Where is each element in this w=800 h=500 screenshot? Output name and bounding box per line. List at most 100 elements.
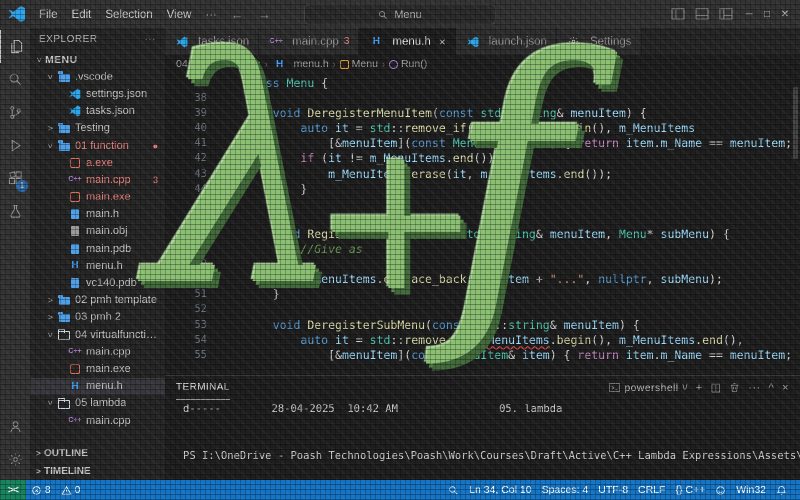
activity-files-icon[interactable] (0, 30, 31, 63)
toggle-sidebar-icon[interactable] (668, 5, 688, 23)
split-terminal-icon[interactable]: ◫ (711, 381, 722, 394)
section-outline[interactable]: >OUTLINE (30, 444, 165, 462)
nav-forward-icon[interactable]: → (258, 7, 271, 22)
maximize-button[interactable]: □ (758, 9, 776, 20)
menu-selection[interactable]: Selection (98, 9, 159, 21)
breadcrumb-item[interactable]: Menu (340, 58, 378, 70)
exe-icon (67, 156, 83, 169)
tree-item[interactable]: >01 function● (30, 137, 165, 154)
activity-account-icon[interactable] (0, 410, 30, 443)
tab-launch-json[interactable]: launch.json (456, 28, 557, 55)
exe-icon (67, 362, 83, 375)
code-text: auto it = std::remove_if(m_MenuItems.beg… (207, 333, 744, 348)
command-center[interactable]: Menu (304, 4, 496, 25)
fileblue-icon (67, 277, 83, 290)
search-icon[interactable] (443, 485, 464, 496)
breadcrumb[interactable]: 04 virtualfunctions›Hmenu.h›Menu›Run() (165, 55, 800, 73)
tree-item[interactable]: Hmenu.h (30, 378, 165, 395)
tree-item[interactable]: main.obj (30, 223, 165, 240)
tab-label: menu.h (392, 36, 430, 48)
activity-search-icon[interactable] (0, 63, 30, 96)
line-number: 43 (165, 167, 207, 182)
problems-errors[interactable]: 8 (26, 484, 56, 496)
breadcrumb-item[interactable]: Run() (389, 58, 427, 70)
feedback-icon[interactable] (710, 485, 731, 496)
tab-main-cpp[interactable]: C++main.cpp3 (259, 28, 359, 55)
tree-item[interactable]: settings.json (30, 85, 165, 102)
code-text: //Give as (207, 242, 363, 257)
tree-item[interactable]: main.pdb (30, 240, 165, 257)
menu-file[interactable]: File (32, 9, 65, 21)
tree-item[interactable]: a.exe (30, 154, 165, 171)
menu-view[interactable]: View (160, 9, 199, 21)
tree-item[interactable]: >.vscode (30, 68, 165, 85)
close-panel-icon[interactable]: × (782, 382, 789, 394)
status-ln-34-col-10[interactable]: Ln 34, Col 10 (464, 484, 536, 496)
maximize-panel-icon[interactable]: ^ (769, 382, 775, 394)
gear-icon (566, 35, 582, 48)
problems-warnings[interactable]: 0 (56, 484, 86, 496)
tab-tasks-json[interactable]: tasks.json (165, 28, 259, 55)
status-win32[interactable]: Win32 (731, 484, 771, 496)
more-actions-icon[interactable]: ··· (748, 382, 760, 394)
bell-icon[interactable] (771, 485, 792, 496)
toggle-panel-icon[interactable] (692, 5, 712, 23)
tree-item[interactable]: C++main.cpp3 (30, 171, 165, 188)
breadcrumb-item[interactable]: 04 virtualfunctions (176, 58, 261, 70)
editor-scrollbar[interactable] (793, 87, 798, 159)
menu-more[interactable]: ··· (198, 9, 224, 21)
explorer-sidebar: EXPLORER ··· >MENU>.vscodesettings.jsont… (30, 28, 165, 480)
line-number: 55 (165, 348, 207, 363)
terminal-shell-picker[interactable]: powershell \/ (609, 382, 687, 394)
tree-item[interactable]: main.h (30, 206, 165, 223)
code-line: 45 } (165, 197, 800, 212)
chevron-icon: > (46, 71, 56, 82)
remote-indicator[interactable]: >< (0, 480, 26, 500)
terminal-line (183, 433, 800, 449)
new-terminal-icon[interactable]: + (696, 382, 703, 394)
activity-extensions-icon[interactable]: 1 (0, 162, 30, 195)
tree-item[interactable]: C++main.cpp (30, 343, 165, 360)
breadcrumb-item[interactable]: Hmenu.h (272, 58, 329, 71)
chevron-icon: > (45, 312, 56, 322)
terminal-output[interactable]: d----- 28-04-2025 10:42 AM 05. lambda PS… (165, 399, 800, 480)
tree-item[interactable]: >02 pmh template (30, 292, 165, 309)
tab-terminal[interactable]: TERMINAL (176, 376, 230, 400)
tree-root[interactable]: >MENU (30, 51, 165, 68)
status-spaces-4[interactable]: Spaces: 4 (537, 484, 594, 496)
tree-item[interactable]: >03 pmh 2 (30, 309, 165, 326)
chevron-icon: > (35, 54, 45, 65)
tree-item[interactable]: vc140.pdb (30, 274, 165, 291)
tree-item[interactable]: main.exe (30, 360, 165, 377)
activity-settings-icon[interactable] (0, 443, 30, 476)
tab-close-icon[interactable]: × (439, 35, 446, 49)
tree-item[interactable]: main.exe (30, 189, 165, 206)
code-line: 47 void RegisterSubMenu(const std::strin… (165, 227, 800, 242)
fileblue-icon (67, 208, 83, 221)
section-timeline[interactable]: >TIMELINE (30, 462, 165, 480)
activity-source-control-icon[interactable] (0, 96, 30, 129)
tab-settings[interactable]: Settings (557, 28, 642, 55)
tree-item[interactable]: >Testing (30, 120, 165, 137)
kill-terminal-icon[interactable] (729, 382, 740, 393)
tree-item[interactable]: tasks.json (30, 103, 165, 120)
activity-testing-icon[interactable] (0, 195, 30, 228)
search-icon (378, 10, 388, 20)
status--c-[interactable]: {} C++ (670, 484, 710, 496)
tree-item[interactable]: >04 virtualfunctions (30, 326, 165, 343)
menu-edit[interactable]: Edit (65, 9, 99, 21)
status-crlf[interactable]: CRLF (633, 484, 670, 496)
menu-bar: FileEditSelectionView··· (32, 5, 224, 23)
tree-item[interactable]: Hmenu.h (30, 257, 165, 274)
nav-back-icon[interactable]: ← (231, 7, 244, 22)
tab-menu-h[interactable]: Hmenu.h× (359, 28, 455, 55)
tree-item[interactable]: C++main.cpp (30, 412, 165, 429)
status-utf-8[interactable]: UTF-8 (593, 484, 633, 496)
minimize-button[interactable]: ─ (740, 9, 758, 20)
tree-item[interactable]: >05 lambda (30, 395, 165, 412)
activity-run-debug-icon[interactable] (0, 129, 30, 162)
code-editor[interactable]: 37class Menu {3839 void DeregisterMenuIt… (165, 73, 800, 375)
close-button[interactable]: ✕ (776, 9, 794, 20)
explorer-more-actions-icon[interactable]: ··· (145, 34, 157, 45)
customize-layout-icon[interactable] (716, 5, 736, 23)
